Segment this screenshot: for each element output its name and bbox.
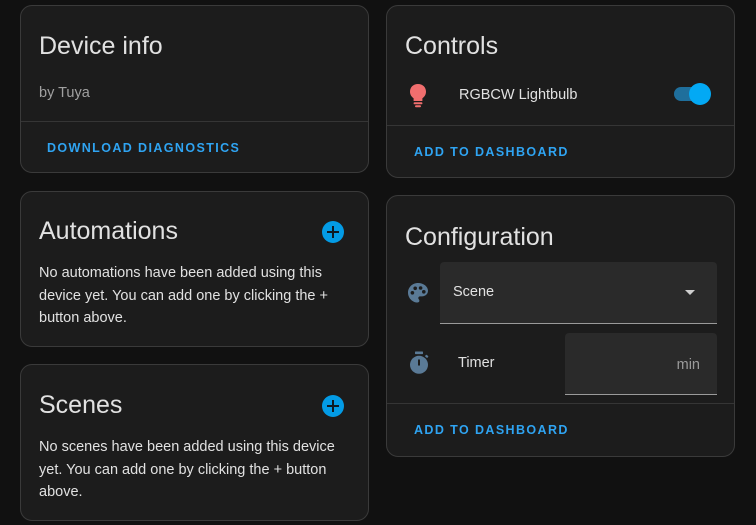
automations-empty-text: No automations have been added using thi… (39, 265, 328, 326)
entity-label-rgbcw-lightbulb[interactable]: RGBCW Lightbulb (459, 87, 577, 103)
chevron-down-icon (685, 290, 695, 295)
manufacturer-text: by Tuya (39, 85, 90, 101)
timer-icon (408, 351, 430, 375)
divider (387, 403, 734, 404)
configuration-card: Configuration Scene Timer min ADD TO DAS… (386, 195, 735, 457)
divider (21, 121, 368, 122)
controls-card: Controls RGBCW Lightbulb ADD TO DASHBOAR… (386, 5, 735, 178)
automations-card: Automations No automations have been add… (20, 191, 369, 347)
device-info-title: Device info (39, 32, 163, 60)
download-diagnostics-button[interactable]: DOWNLOAD DIAGNOSTICS (47, 141, 240, 155)
configuration-title: Configuration (405, 223, 554, 251)
controls-add-to-dashboard-button[interactable]: ADD TO DASHBOARD (414, 145, 569, 159)
scenes-empty-text: No scenes have been added using this dev… (39, 439, 335, 500)
timer-label: Timer (458, 355, 495, 371)
add-automation-button[interactable] (322, 221, 344, 243)
timer-unit: min (676, 357, 700, 373)
automations-title: Automations (39, 217, 178, 245)
divider (387, 125, 734, 126)
controls-title: Controls (405, 32, 499, 60)
scenes-title: Scenes (39, 391, 123, 419)
toggle-thumb (689, 83, 711, 105)
add-scene-button[interactable] (322, 395, 344, 417)
palette-icon (407, 282, 429, 304)
scenes-card: Scenes No scenes have been added using t… (20, 364, 369, 521)
scene-select-value: Scene (453, 284, 495, 300)
configuration-add-to-dashboard-button[interactable]: ADD TO DASHBOARD (414, 423, 569, 437)
light-toggle[interactable] (672, 82, 712, 106)
timer-input[interactable]: min (565, 333, 717, 395)
device-info-card: Device info by Tuya DOWNLOAD DIAGNOSTICS (20, 5, 369, 173)
scene-select[interactable]: Scene (440, 262, 717, 324)
lightbulb-icon (408, 83, 428, 109)
